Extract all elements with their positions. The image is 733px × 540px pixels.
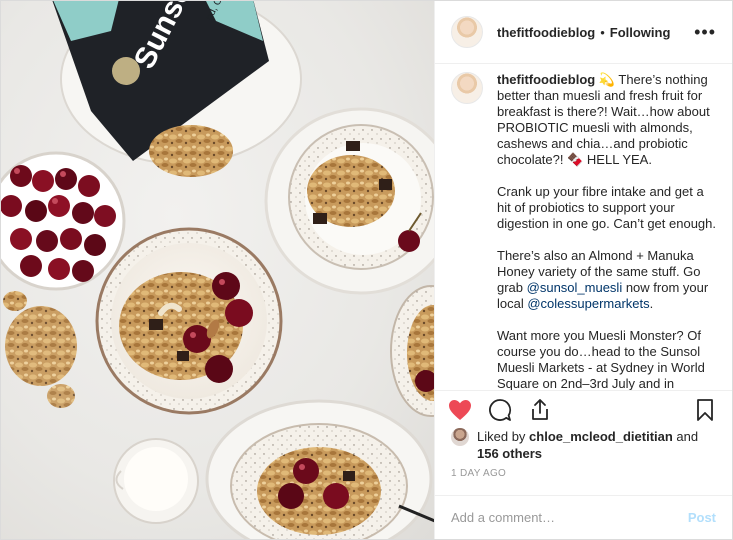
caption-avatar[interactable]	[451, 72, 483, 104]
post-comment-button[interactable]: Post	[688, 510, 716, 525]
post-header: thefitfoodieblog • Following •••	[435, 1, 732, 64]
share-icon[interactable]	[528, 398, 552, 422]
likes-others-link[interactable]: 156 others	[477, 446, 542, 461]
header-separator: •	[600, 24, 605, 40]
heart-filled-icon[interactable]	[448, 398, 472, 422]
liker-username[interactable]: chloe_mcleod_dietitian	[529, 429, 673, 444]
post-side-panel: thefitfoodieblog • Following ••• thefitf…	[434, 1, 732, 539]
bookmark-icon[interactable]	[693, 398, 717, 422]
post-date[interactable]: 1 DAY AGO	[435, 462, 732, 484]
caption-username[interactable]: thefitfoodieblog	[497, 72, 595, 87]
caption: thefitfoodieblog 💫 There’s nothing bette…	[435, 64, 732, 390]
caption-paragraph-3c: .	[649, 296, 654, 311]
following-button[interactable]: Following	[610, 25, 671, 40]
likes-summary: Liked by chloe_mcleod_dietitian and 156 o…	[435, 428, 732, 462]
mention-coles[interactable]: @colessupermarkets	[527, 296, 649, 311]
caption-paragraph-4: Want more you Muesli Monster? Of course …	[497, 328, 709, 390]
comment-input[interactable]	[451, 510, 688, 525]
author-avatar[interactable]	[451, 16, 483, 48]
comment-icon[interactable]	[488, 398, 512, 422]
more-horizontal-icon[interactable]: •••	[694, 23, 716, 41]
likes-prefix: Liked by	[477, 429, 530, 444]
author-username[interactable]: thefitfoodieblog	[497, 25, 595, 40]
instagram-post: Sunsol PRO-biotic nd, Cashew	[0, 0, 733, 540]
muesli-photo-illustration: Sunsol PRO-biotic nd, Cashew	[1, 1, 434, 539]
likes-middle: and	[672, 429, 699, 444]
action-bar	[435, 390, 732, 428]
caption-paragraph-2: Crank up your fibre intake and get a hit…	[497, 184, 717, 231]
comment-box: Post	[435, 495, 732, 539]
caption-text: thefitfoodieblog 💫 There’s nothing bette…	[497, 72, 716, 390]
liker-avatar[interactable]	[451, 428, 469, 446]
mention-sunsol[interactable]: @sunsol_muesli	[527, 280, 623, 295]
likes-text: Liked by chloe_mcleod_dietitian and 156 o…	[477, 428, 698, 462]
post-photo[interactable]: Sunsol PRO-biotic nd, Cashew	[1, 1, 434, 539]
